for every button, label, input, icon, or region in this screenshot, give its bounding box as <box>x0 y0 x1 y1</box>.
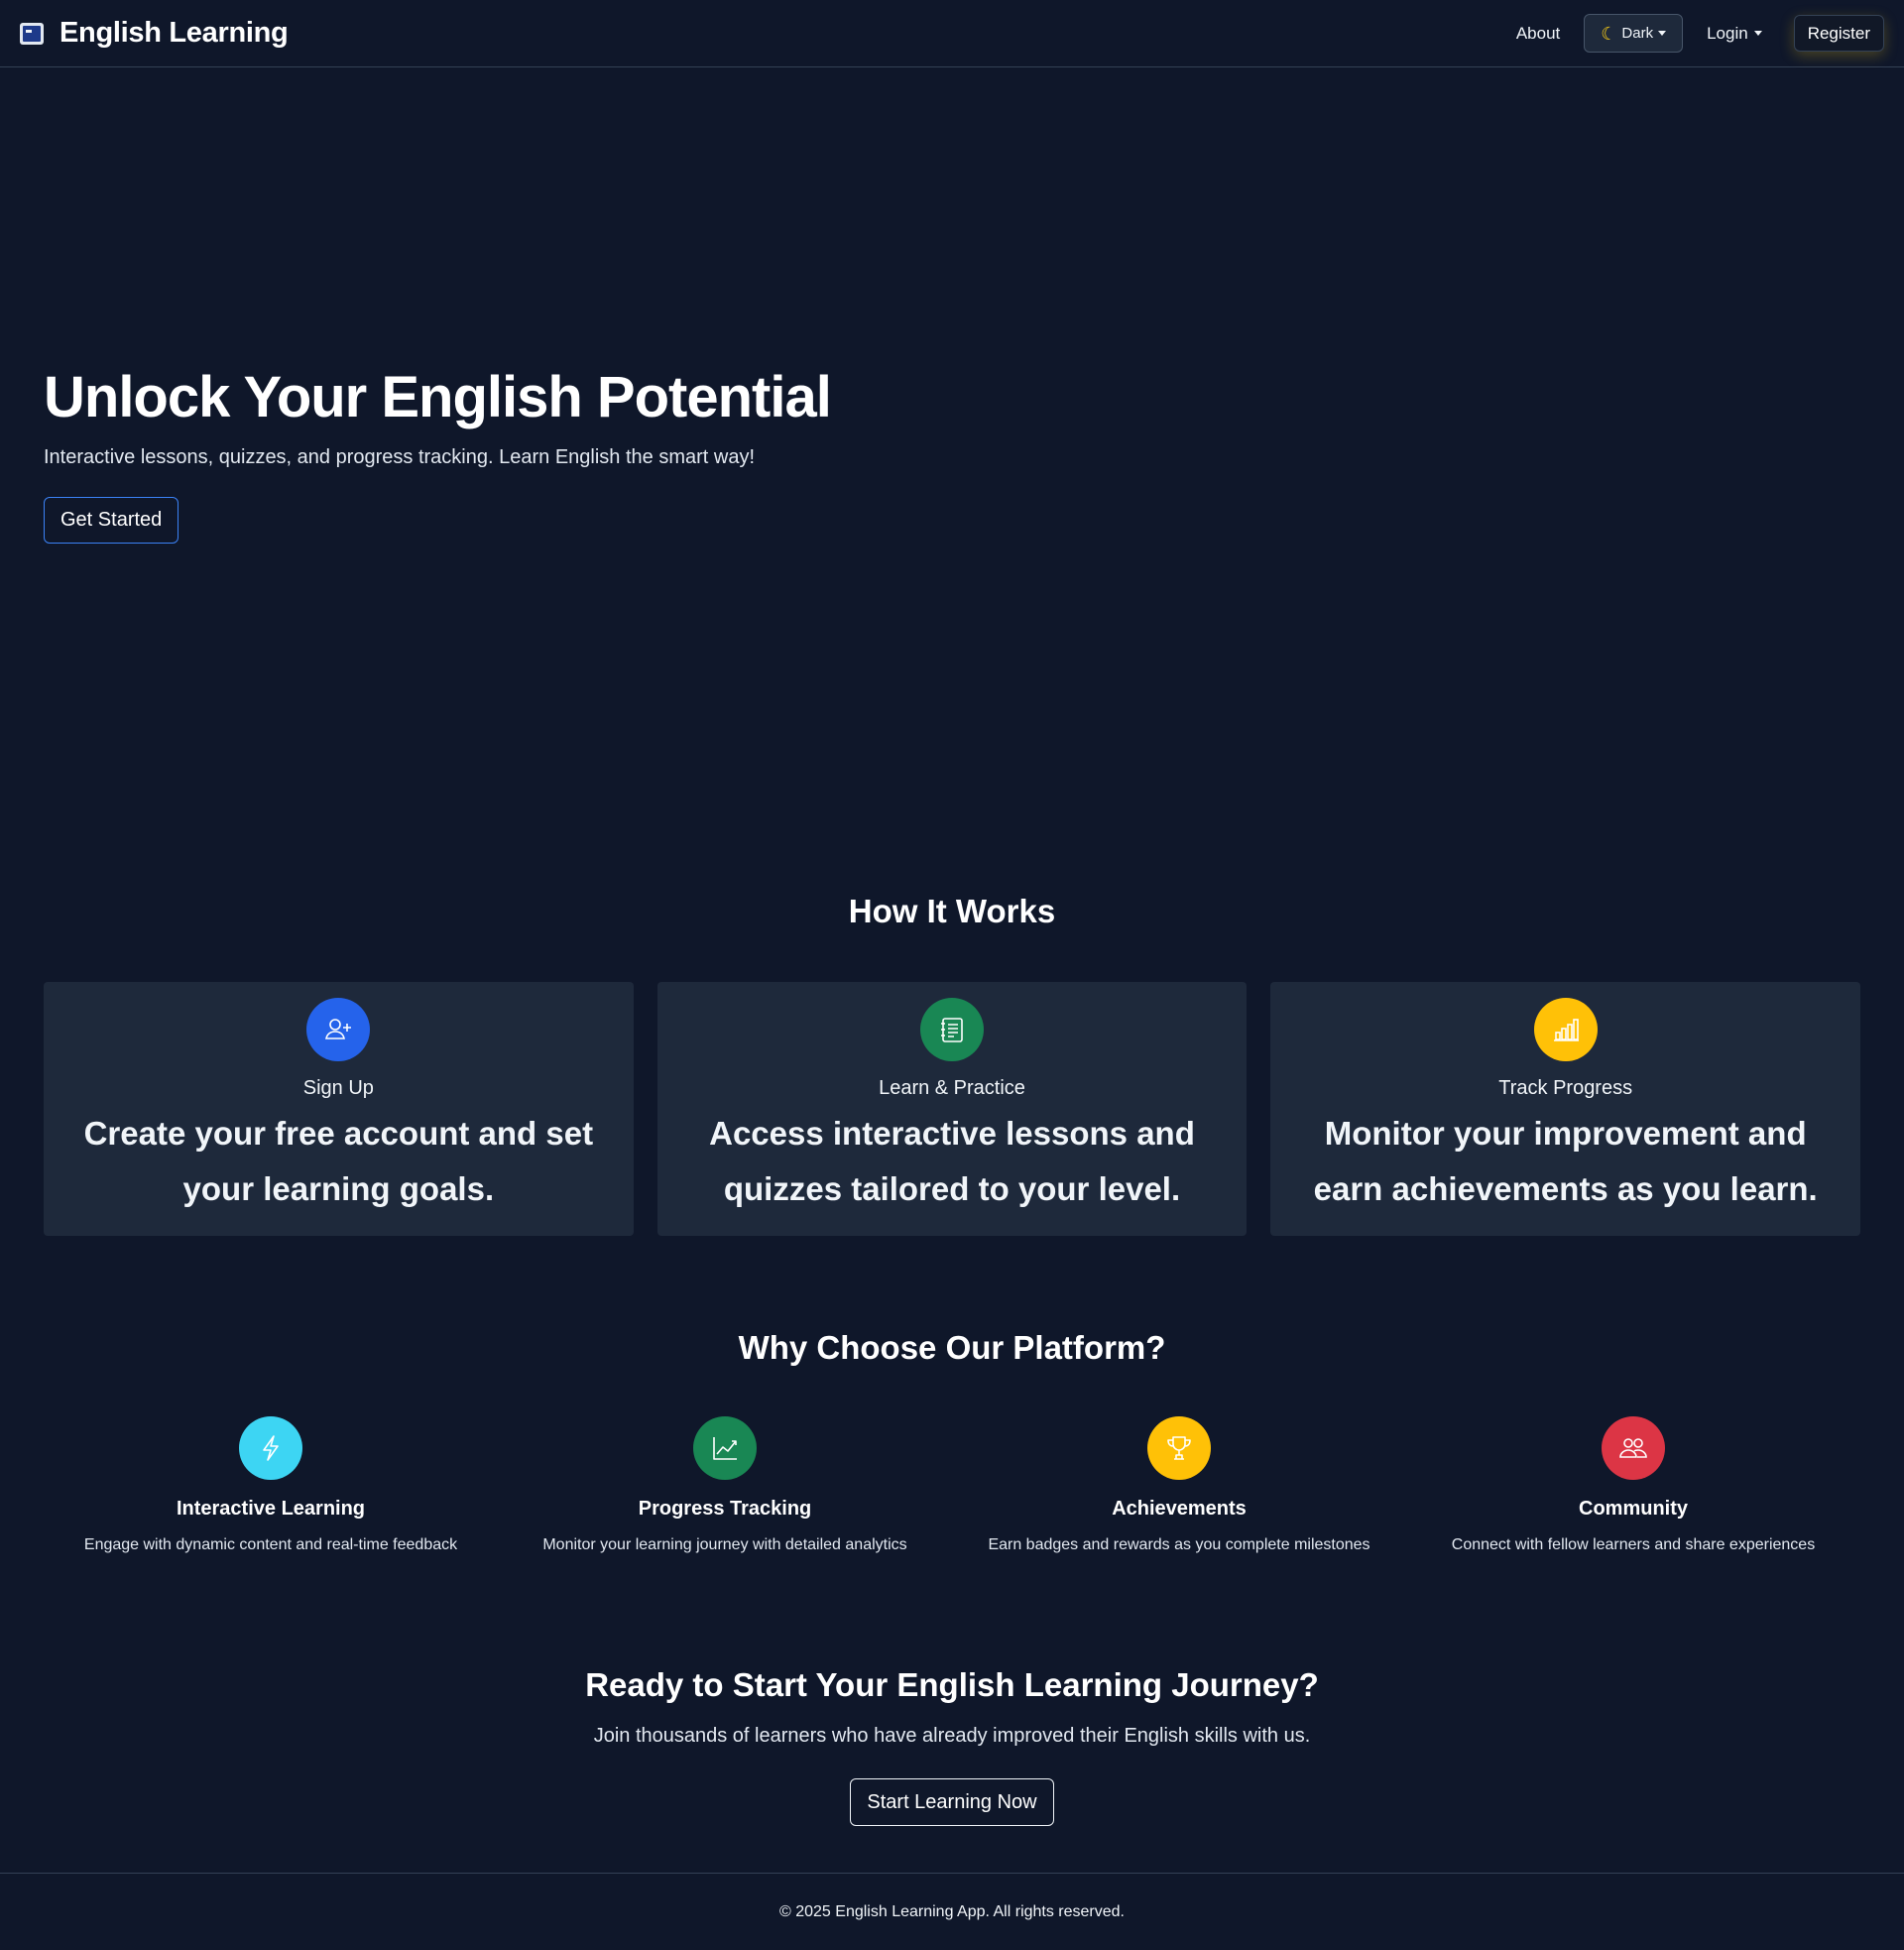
cta-title: Ready to Start Your English Learning Jou… <box>585 1666 1319 1703</box>
hero-subtitle: Interactive lessons, quizzes, and progre… <box>44 446 756 468</box>
nav-menu: About ☾ Dark Login Register <box>1496 14 1884 53</box>
copyright-text: © 2025 English Learning App. All rights … <box>779 1902 1125 1920</box>
navbar: English Learning About ☾ Dark Login Regi… <box>0 0 1904 67</box>
step-description: Access interactive lessons and quizzes t… <box>709 1115 1195 1207</box>
cta-subtitle: Join thousands of learners who have alre… <box>593 1725 1311 1747</box>
feature-title: Interactive Learning <box>176 1498 366 1520</box>
feature-description: Engage with dynamic content and real-tim… <box>83 1536 458 1553</box>
graph-up-icon <box>693 1416 757 1480</box>
feature-description: Earn badges and rewards as you complete … <box>988 1536 1370 1553</box>
feature-progress-tracking: Progress Tracking Monitor your learning … <box>498 1416 952 1554</box>
moon-icon: ☾ <box>1601 23 1617 44</box>
how-it-works-title: How It Works <box>848 893 1056 929</box>
feature-title: Progress Tracking <box>638 1498 812 1520</box>
step-label: Learn & Practice <box>879 1077 1025 1099</box>
feature-title: Community <box>1579 1498 1688 1520</box>
chevron-down-icon <box>1658 31 1667 36</box>
feature-achievements: Achievements Earn badges and rewards as … <box>952 1416 1406 1554</box>
step-label: Sign Up <box>302 1077 374 1099</box>
get-started-button[interactable]: Get Started <box>44 497 179 544</box>
hero-title: Unlock Your English Potential <box>44 365 832 429</box>
flag-icon <box>20 22 44 45</box>
cta-button-wrap: Start Learning Now <box>0 1778 1904 1826</box>
feature-title: Achievements <box>1112 1498 1247 1520</box>
step-label: Track Progress <box>1498 1077 1633 1099</box>
step-description: Create your free account and set your le… <box>83 1115 594 1207</box>
login-label: Login <box>1707 23 1748 43</box>
theme-toggle-button[interactable]: ☾ Dark <box>1584 14 1684 53</box>
user-plus-icon <box>306 998 371 1061</box>
people-icon <box>1602 1416 1665 1480</box>
lightning-icon <box>239 1416 302 1480</box>
footer: © 2025 English Learning App. All rights … <box>0 1873 1904 1950</box>
journal-icon <box>920 998 984 1061</box>
start-learning-button[interactable]: Start Learning Now <box>850 1778 1054 1826</box>
feature-community: Community Connect with fellow learners a… <box>1406 1416 1860 1554</box>
nav-about-link[interactable]: About <box>1496 24 1580 44</box>
why-choose-title: Why Choose Our Platform? <box>738 1329 1166 1366</box>
feature-description: Monitor your learning journey with detai… <box>542 1536 907 1553</box>
features-list: Interactive Learning Engage with dynamic… <box>44 1416 1860 1554</box>
brand-name[interactable]: English Learning <box>60 17 289 50</box>
hero-section: Unlock Your English Potential Interactiv… <box>44 363 1035 544</box>
step-card-track-progress: Track Progress Monitor your improvement … <box>1270 982 1861 1236</box>
theme-label: Dark <box>1621 25 1654 42</box>
how-it-works-cards: Sign Up Create your free account and set… <box>44 982 1861 1236</box>
chevron-down-icon <box>1753 31 1762 36</box>
login-dropdown[interactable]: Login <box>1687 24 1782 44</box>
feature-interactive-learning: Interactive Learning Engage with dynamic… <box>44 1416 498 1554</box>
brand[interactable]: English Learning <box>20 17 289 50</box>
bar-chart-icon <box>1533 998 1598 1061</box>
step-card-sign-up: Sign Up Create your free account and set… <box>44 982 634 1236</box>
step-description: Monitor your improvement and earn achiev… <box>1313 1115 1818 1207</box>
feature-description: Connect with fellow learners and share e… <box>1451 1536 1816 1553</box>
trophy-icon <box>1147 1416 1211 1480</box>
register-button[interactable]: Register <box>1793 15 1884 52</box>
step-card-learn-practice: Learn & Practice Access interactive less… <box>656 982 1248 1236</box>
